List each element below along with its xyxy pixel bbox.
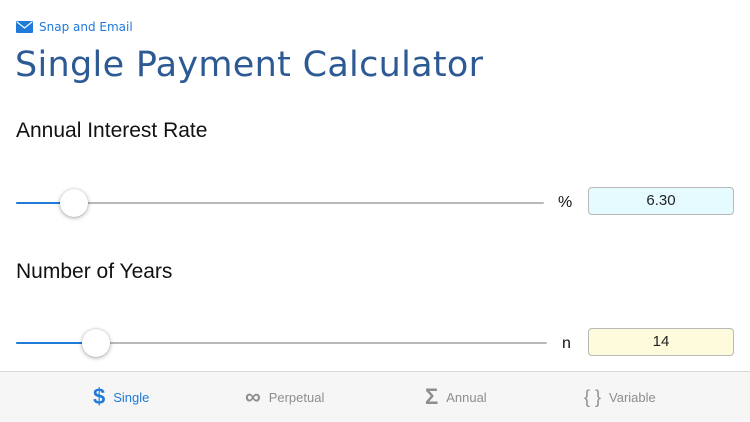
- page-title: Single Payment Calculator: [15, 45, 484, 85]
- tab-single[interactable]: $ Single: [93, 372, 149, 422]
- tab-perpetual[interactable]: ∞ Perpetual: [245, 372, 324, 422]
- slider-thumb[interactable]: [82, 329, 110, 357]
- snap-and-email-button[interactable]: Snap and Email: [16, 20, 133, 34]
- tab-variable[interactable]: { } Variable: [584, 372, 656, 422]
- tab-bar: $ Single ∞ Perpetual Σ Annual { } Variab…: [0, 371, 750, 422]
- interest-rate-slider[interactable]: [16, 188, 544, 218]
- percent-unit-label: %: [558, 194, 573, 211]
- number-of-years-label: Number of Years: [16, 260, 173, 283]
- tab-label: Variable: [609, 389, 656, 405]
- tab-label: Single: [113, 389, 150, 405]
- envelope-icon: [16, 21, 33, 33]
- number-of-years-field[interactable]: 14: [588, 328, 734, 356]
- dollar-icon: $: [93, 384, 106, 409]
- snap-and-email-label: Snap and Email: [39, 20, 133, 34]
- slider-thumb[interactable]: [60, 189, 88, 217]
- tab-label: Annual: [446, 389, 487, 405]
- infinity-icon: ∞: [245, 384, 261, 409]
- tab-label: Perpetual: [268, 389, 325, 405]
- interest-rate-field[interactable]: 6.30: [588, 187, 734, 215]
- slider-track: [16, 202, 544, 204]
- sigma-icon: Σ: [425, 384, 439, 409]
- interest-rate-label: Annual Interest Rate: [16, 119, 208, 142]
- tab-annual[interactable]: Σ Annual: [425, 372, 487, 422]
- number-of-years-slider[interactable]: [16, 328, 547, 358]
- years-unit-label: n: [562, 335, 571, 352]
- braces-icon: { }: [584, 387, 602, 407]
